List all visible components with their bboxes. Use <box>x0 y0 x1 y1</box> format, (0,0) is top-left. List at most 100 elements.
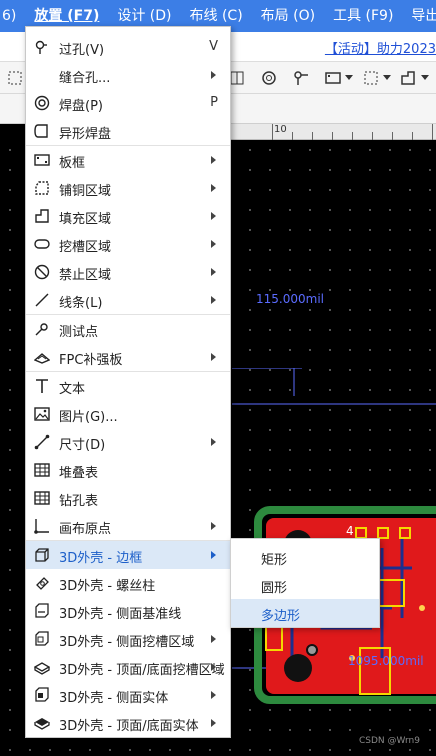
menu-item-3d-top-bottom-slot[interactable]: 3D外壳 - 顶面/底面挖槽区域 <box>26 653 230 681</box>
menu-item-fill-area[interactable]: 填充区域 <box>26 202 230 230</box>
menu-export[interactable]: 导出 <box>402 0 436 32</box>
fill-area-icon <box>34 208 50 224</box>
submenu-arrow-icon <box>211 551 216 559</box>
watermark: CSDN @Wrn9 <box>359 736 420 746</box>
menu-item-label: FPC补强板 <box>59 353 123 368</box>
menu-item-3d-top-bottom-solid[interactable]: 3D外壳 - 顶面/底面实体 <box>26 709 230 737</box>
dimension-label-bottom: 1095.000mil <box>348 654 424 668</box>
3d-side-solid-icon <box>34 687 50 703</box>
menu-item-label: 3D外壳 - 螺丝柱 <box>59 579 156 594</box>
dimension-icon <box>34 434 50 450</box>
menu-item-line[interactable]: 线条(L) <box>26 286 230 314</box>
menu-item-text[interactable]: 文本 <box>26 372 230 400</box>
place-menu: 过孔(V) V 缝合孔... 焊盘(P) P 异形焊盘 板框 铺铜区域 填充区域… <box>25 26 231 738</box>
submenu-arrow-icon <box>211 691 216 699</box>
board-tool-icon[interactable] <box>322 68 344 88</box>
dimension-label-top: 115.000mil <box>256 292 324 306</box>
menu-item-stitch-via[interactable]: 缝合孔... <box>26 61 230 89</box>
submenu-arrow-icon <box>211 438 216 446</box>
fill-tool-dropdown-icon[interactable] <box>421 75 429 80</box>
menu-prev[interactable]: 6) <box>0 0 25 32</box>
copper-area-icon <box>34 180 50 196</box>
fill-tool-icon[interactable] <box>397 68 419 88</box>
custom-pad-icon <box>34 123 50 139</box>
ruler-tick <box>272 124 273 140</box>
menu-item-label: 铺铜区域 <box>59 184 112 199</box>
menu-item-label: 挖槽区域 <box>59 240 112 255</box>
submenu-arrow-icon <box>211 212 216 220</box>
menu-item-forbidden-area[interactable]: 禁止区域 <box>26 258 230 286</box>
menu-item-label: 测试点 <box>59 325 99 340</box>
horizontal-ruler: 10 <box>230 124 436 140</box>
3d-side-slot-icon <box>34 631 50 647</box>
menu-item-stackup-table[interactable]: 堆叠表 <box>26 456 230 484</box>
submenu-item-label: 矩形 <box>261 553 288 568</box>
circle-pad-icon[interactable] <box>258 68 280 88</box>
via-tool-icon[interactable] <box>290 68 312 88</box>
menu-item-label: 3D外壳 - 顶面/底面挖槽区域 <box>59 663 225 678</box>
copper-tool-icon[interactable] <box>360 68 382 88</box>
forbidden-area-icon <box>34 264 50 280</box>
menu-item-label: 3D外壳 - 边框 <box>59 551 143 566</box>
menu-item-image[interactable]: 图片(G)... <box>26 400 230 428</box>
menu-item-3d-shell-frame[interactable]: 3D外壳 - 边框 <box>26 541 230 569</box>
board-tool-dropdown-icon[interactable] <box>345 75 353 80</box>
pad-icon <box>34 95 50 111</box>
fpc-stiffener-icon <box>33 349 51 365</box>
3d-top-bottom-slot-icon <box>33 659 51 675</box>
submenu-arrow-icon <box>211 268 216 276</box>
menu-item-label: 3D外壳 - 侧面挖槽区域 <box>59 635 195 650</box>
menu-item-label: 过孔(V) <box>59 43 105 58</box>
menu-item-drill-table[interactable]: 钻孔表 <box>26 484 230 512</box>
submenu-arrow-icon <box>211 522 216 530</box>
ruler-tick <box>332 132 333 140</box>
menu-item-3d-side-slot[interactable]: 3D外壳 - 侧面挖槽区域 <box>26 625 230 653</box>
via-icon <box>34 39 50 55</box>
line-icon <box>34 292 50 308</box>
menu-item-copper-area[interactable]: 铺铜区域 <box>26 174 230 202</box>
text-icon <box>34 378 50 394</box>
submenu-item-label: 多边形 <box>261 609 301 624</box>
menu-item-label: 画布原点 <box>59 522 112 537</box>
menu-item-3d-screw-post[interactable]: 3D外壳 - 螺丝柱 <box>26 569 230 597</box>
menu-item-label: 堆叠表 <box>59 466 99 481</box>
menu-item-fpc-stiffener[interactable]: FPC补强板 <box>26 343 230 371</box>
menu-item-label: 钻孔表 <box>59 494 99 509</box>
menu-item-3d-side-datum[interactable]: 3D外壳 - 侧面基准线 <box>26 597 230 625</box>
menu-item-board-outline[interactable]: 板框 <box>26 146 230 174</box>
submenu-arrow-icon <box>211 635 216 643</box>
submenu-item-rectangle[interactable]: 矩形 <box>231 543 379 571</box>
submenu-item-polygon[interactable]: 多边形 <box>231 599 379 627</box>
submenu-arrow-icon <box>211 240 216 248</box>
menu-item-via[interactable]: 过孔(V) V <box>26 33 230 61</box>
select-tool-icon[interactable] <box>4 68 26 88</box>
3d-top-bottom-solid-icon <box>34 715 50 731</box>
menu-item-label: 线条(L) <box>59 296 103 311</box>
menu-item-label: 缝合孔... <box>59 71 111 86</box>
menu-item-canvas-origin[interactable]: 画布原点 <box>26 512 230 540</box>
submenu-arrow-icon <box>211 296 216 304</box>
menu-item-label: 图片(G)... <box>59 410 118 425</box>
menu-item-label: 填充区域 <box>59 212 112 227</box>
submenu-arrow-icon <box>211 184 216 192</box>
submenu-item-circle[interactable]: 圆形 <box>231 571 379 599</box>
promo-link[interactable]: 【活动】助力2023 <box>325 38 436 57</box>
menu-layout[interactable]: 布局 (O) <box>252 0 324 32</box>
menu-tools[interactable]: 工具 (F9) <box>324 0 402 32</box>
menu-item-pad[interactable]: 焊盘(P) P <box>26 89 230 117</box>
menu-item-dimension[interactable]: 尺寸(D) <box>26 428 230 456</box>
menu-item-custom-pad[interactable]: 异形焊盘 <box>26 117 230 145</box>
image-icon <box>34 406 50 422</box>
submenu-arrow-icon <box>211 353 216 361</box>
ruler-label: 10 <box>274 124 287 135</box>
menu-item-3d-side-solid[interactable]: 3D外壳 - 侧面实体 <box>26 681 230 709</box>
menu-item-slot-area[interactable]: 挖槽区域 <box>26 230 230 258</box>
copper-tool-dropdown-icon[interactable] <box>383 75 391 80</box>
menu-item-label: 禁止区域 <box>59 268 112 283</box>
slot-area-icon <box>34 236 50 252</box>
shell-frame-submenu: 矩形 圆形 多边形 <box>230 538 380 628</box>
ruler-tick <box>412 132 413 140</box>
ruler-tick <box>392 132 393 140</box>
submenu-item-label: 圆形 <box>261 581 288 596</box>
menu-item-test-point[interactable]: 测试点 <box>26 315 230 343</box>
